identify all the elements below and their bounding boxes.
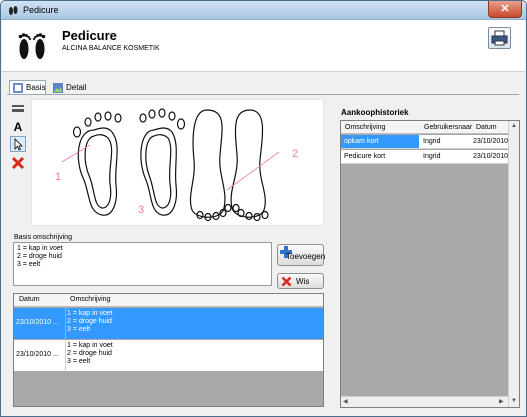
description-textarea[interactable]: 1 = kap in voet 2 = droge huid 3 = eelt	[13, 242, 272, 286]
line-icon	[12, 105, 24, 112]
feet-app-icon	[9, 6, 18, 15]
records-table: Datum Omschrijving 23/10/2010 ... 1 = ka…	[13, 293, 324, 407]
history-horizontal-scrollbar[interactable]: ◀ ▶	[341, 396, 508, 407]
tab-detail[interactable]: Detail	[49, 80, 89, 95]
history-date: 23/10/2010	[473, 153, 509, 160]
page-title: Pedicure	[62, 28, 117, 43]
column-gebruikersnaam: Gebruikersnaar	[424, 124, 473, 131]
feet-icon	[18, 33, 46, 59]
cell-divider	[65, 308, 66, 339]
delete-button[interactable]: Wis	[277, 273, 324, 289]
tab-divider	[7, 94, 519, 95]
column-omschrijving: Omschrijving	[70, 296, 111, 303]
cell-divider	[65, 340, 66, 371]
print-button[interactable]	[488, 27, 511, 49]
printer-icon	[491, 30, 508, 46]
drawing-toolbar: A	[9, 101, 27, 173]
pedicure-icon	[13, 83, 23, 93]
feet-diagram: 1 2 3	[55, 108, 298, 222]
pointer-tool-button[interactable]	[10, 136, 26, 152]
row-text: 1 = kap in voet 2 = droge huid 3 = eelt	[67, 342, 113, 365]
history-description: opkam kort	[344, 138, 379, 145]
red-x-icon	[11, 156, 25, 170]
marker-2: 2	[292, 148, 298, 160]
add-button-label: Toevoegen	[286, 252, 326, 261]
scroll-right-arrow-icon[interactable]: ▶	[499, 398, 504, 405]
history-row[interactable]: Pedicure kort Ingrid 23/10/2010	[341, 150, 508, 164]
marker-3: 3	[138, 204, 144, 216]
history-vertical-scrollbar[interactable]: ▲ ▼	[508, 121, 519, 407]
column-omschrijving: Omschrijving	[345, 124, 386, 131]
history-title: Aankoophistoriek	[341, 108, 409, 117]
column-datum: Datum	[19, 296, 40, 303]
description-label: Basis omschrijving	[14, 234, 72, 241]
history-description: Pedicure kort	[344, 153, 386, 160]
row-date: 23/10/2010 ...	[16, 351, 59, 358]
tab-basis[interactable]: Basis	[9, 80, 46, 95]
cursor-icon	[14, 138, 23, 151]
add-button[interactable]: Toevoegen	[277, 244, 326, 266]
marker-1: 1	[55, 171, 61, 183]
history-date: 23/10/2010	[473, 138, 509, 145]
feet-drawing-canvas[interactable]: 1 2 3	[31, 99, 324, 226]
table-row[interactable]: 23/10/2010 ... 1 = kap in voet 2 = droge…	[14, 308, 323, 339]
row-text: 1 = kap in voet 2 = droge huid 3 = eelt	[67, 310, 113, 333]
tab-detail-label: Detail	[66, 83, 87, 92]
page-subtitle: ALCINA BALANCE KOSMETIK	[62, 45, 160, 52]
table-row[interactable]: 23/10/2010 ... 1 = kap in voet 2 = droge…	[14, 340, 323, 371]
delete-button-label: Wis	[296, 277, 310, 286]
title-bar: Pedicure ✕	[1, 1, 526, 20]
pedicure-window: Pedicure ✕ Pedicure ALCINA BALANCE KOSME…	[0, 0, 527, 417]
scroll-up-arrow-icon[interactable]: ▲	[511, 123, 517, 129]
history-user: Ingrid	[423, 138, 441, 145]
delete-tool-button[interactable]	[10, 155, 26, 171]
scroll-left-arrow-icon[interactable]: ◀	[343, 398, 348, 405]
history-table: Omschrijving Gebruikersnaar Datum opkam …	[340, 120, 520, 408]
line-tool-button[interactable]	[10, 101, 26, 117]
close-button[interactable]: ✕	[488, 1, 522, 18]
history-row[interactable]: opkam kort Ingrid 23/10/2010	[341, 135, 508, 149]
scroll-down-arrow-icon[interactable]: ▼	[511, 398, 517, 404]
tab-basis-label: Basis	[26, 83, 46, 92]
records-table-header: Datum Omschrijving	[14, 294, 323, 307]
history-user: Ingrid	[423, 153, 441, 160]
column-datum: Datum	[476, 124, 497, 131]
header-panel: Pedicure ALCINA BALANCE KOSMETIK	[2, 20, 525, 72]
text-tool-button[interactable]: A	[10, 119, 26, 135]
row-date: 23/10/2010 ...	[16, 319, 59, 326]
window-title: Pedicure	[23, 5, 59, 15]
picture-icon	[53, 83, 63, 93]
history-table-header: Omschrijving Gebruikersnaar Datum	[341, 121, 508, 134]
red-x-icon	[281, 276, 292, 287]
